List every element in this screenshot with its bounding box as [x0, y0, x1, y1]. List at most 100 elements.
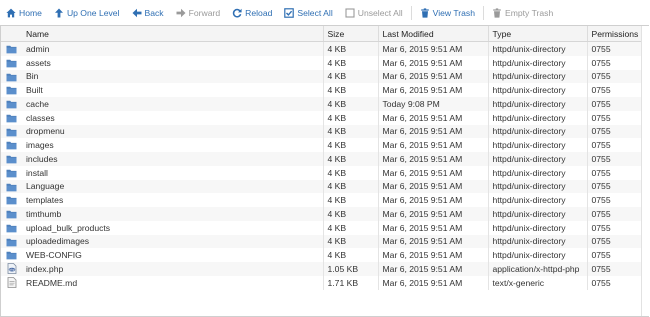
file-name[interactable]: includes	[22, 152, 324, 166]
file-size: 4 KB	[323, 220, 379, 235]
table-row[interactable]: php index.php 1.05 KB Mar 6, 2015 9:51 AM ap…	[1, 262, 641, 276]
file-name[interactable]: WEB-CONFIG	[22, 248, 324, 262]
file-permissions[interactable]: 0755	[587, 124, 641, 139]
table-row[interactable]: cache 4 KB Today 9:08 PM httpd/unix-directo…	[1, 97, 641, 111]
file-name[interactable]: templates	[22, 193, 324, 207]
file-size: 4 KB	[323, 248, 379, 262]
file-size: 4 KB	[323, 124, 379, 139]
home-button[interactable]: Home	[0, 0, 48, 25]
file-permissions[interactable]: 0755	[587, 275, 641, 290]
file-permissions[interactable]: 0755	[587, 262, 641, 276]
file-permissions[interactable]: 0755	[587, 220, 641, 235]
select-all-button[interactable]: Select All	[278, 0, 338, 25]
file-icon-cell	[1, 124, 22, 139]
column-header-size[interactable]: Size	[323, 26, 379, 42]
file-name[interactable]: uploadedimages	[22, 234, 324, 249]
file-last-modified: Mar 6, 2015 9:51 AM	[378, 248, 489, 262]
level-up-icon	[54, 8, 63, 17]
file-permissions[interactable]: 0755	[587, 41, 641, 56]
file-permissions[interactable]: 0755	[587, 83, 641, 97]
up-one-level-button[interactable]: Up One Level	[48, 0, 126, 25]
table-row[interactable]: Bin 4 KB Mar 6, 2015 9:51 AM httpd/unix-dir…	[1, 69, 641, 84]
view-trash-button[interactable]: View Trash	[414, 0, 481, 25]
file-permissions[interactable]: 0755	[587, 207, 641, 221]
table-row[interactable]: README.md 1.71 KB Mar 6, 2015 9:51 AM text/…	[1, 275, 641, 290]
home-label: Home	[19, 7, 42, 18]
file-table-container: Name Size Last Modified Type Permissions…	[1, 26, 641, 316]
back-button[interactable]: Back	[126, 0, 170, 25]
table-row[interactable]: assets 4 KB Mar 6, 2015 9:51 AM httpd/unix-…	[1, 55, 641, 70]
table-row[interactable]: upload_bulk_products 4 KB Mar 6, 2015 9:51…	[1, 220, 641, 235]
file-size: 4 KB	[323, 97, 379, 111]
table-row[interactable]: images 4 KB Mar 6, 2015 9:51 AM httpd/unix-…	[1, 138, 641, 152]
file-name[interactable]: admin	[22, 41, 324, 56]
file-permissions[interactable]: 0755	[587, 69, 641, 84]
file-name[interactable]: cache	[22, 97, 324, 111]
table-row[interactable]: Language 4 KB Mar 6, 2015 9:51 AM httpd/uni…	[1, 179, 641, 194]
file-permissions[interactable]: 0755	[587, 55, 641, 70]
file-permissions[interactable]: 0755	[587, 138, 641, 152]
reload-button[interactable]: Reload	[226, 0, 278, 25]
file-permissions[interactable]: 0755	[587, 165, 641, 180]
arrow-left-icon	[132, 8, 141, 17]
file-permissions[interactable]: 0755	[587, 152, 641, 166]
file-permissions[interactable]: 0755	[587, 179, 641, 194]
file-last-modified: Mar 6, 2015 9:51 AM	[378, 83, 489, 97]
file-name[interactable]: Built	[22, 83, 324, 97]
back-label: Back	[144, 7, 164, 18]
file-type: application/x-httpd-php	[488, 262, 588, 276]
file-name[interactable]: classes	[22, 110, 324, 125]
empty-trash-button[interactable]: Empty Trash	[486, 0, 559, 25]
file-list-panel: Name Size Last Modified Type Permissions…	[0, 25, 650, 317]
table-row[interactable]: admin 4 KB Mar 6, 2015 9:51 AM httpd/unix-d…	[1, 41, 641, 56]
unselect-all-button[interactable]: Unselect All	[339, 0, 409, 25]
table-row[interactable]: includes 4 KB Mar 6, 2015 9:51 AM httpd/uni…	[1, 152, 641, 166]
table-row[interactable]: install 4 KB Mar 6, 2015 9:51 AM httpd/unix…	[1, 165, 641, 180]
file-permissions[interactable]: 0755	[587, 193, 641, 207]
file-name[interactable]: install	[22, 165, 324, 180]
file-icon-cell	[1, 275, 22, 290]
table-row[interactable]: timthumb 4 KB Mar 6, 2015 9:51 AM httpd/uni…	[1, 207, 641, 221]
file-permissions[interactable]: 0755	[587, 110, 641, 125]
table-row[interactable]: templates 4 KB Mar 6, 2015 9:51 AM httpd/un…	[1, 193, 641, 207]
column-header-name[interactable]: Name	[22, 26, 324, 42]
table-row[interactable]: uploadedimages 4 KB Mar 6, 2015 9:51 AM htt…	[1, 234, 641, 249]
file-permissions[interactable]: 0755	[587, 234, 641, 249]
file-type: httpd/unix-directory	[488, 152, 588, 166]
folder-icon	[6, 222, 17, 233]
file-name[interactable]: index.php	[22, 262, 324, 276]
file-name[interactable]: README.md	[22, 275, 324, 290]
scrollbar-track[interactable]	[641, 26, 650, 316]
file-last-modified: Mar 6, 2015 9:51 AM	[378, 262, 489, 276]
forward-button[interactable]: Forward	[170, 0, 227, 25]
file-name[interactable]: assets	[22, 55, 324, 70]
file-last-modified: Mar 6, 2015 9:51 AM	[378, 193, 489, 207]
file-name[interactable]: Bin	[22, 69, 324, 84]
file-icon-cell	[1, 69, 22, 84]
refresh-icon	[232, 8, 242, 17]
table-row[interactable]: dropmenu 4 KB Mar 6, 2015 9:51 AM httpd/uni…	[1, 124, 641, 139]
file-name[interactable]: Language	[22, 179, 324, 194]
column-header-type[interactable]: Type	[488, 26, 588, 42]
file-name[interactable]: images	[22, 138, 324, 152]
column-header-icon	[1, 26, 22, 42]
file-permissions[interactable]: 0755	[587, 97, 641, 111]
table-row[interactable]: classes 4 KB Mar 6, 2015 9:51 AM httpd/unix…	[1, 110, 641, 125]
file-icon-cell	[1, 248, 22, 262]
column-header-permissions[interactable]: Permissions	[587, 26, 641, 42]
file-type: httpd/unix-directory	[488, 179, 588, 194]
file-name[interactable]: dropmenu	[22, 124, 324, 139]
toolbar-divider	[483, 5, 484, 20]
file-name[interactable]: upload_bulk_products	[22, 220, 324, 235]
checked-box-icon	[284, 7, 295, 18]
file-type: httpd/unix-directory	[488, 110, 588, 125]
column-header-last-modified[interactable]: Last Modified	[378, 26, 489, 42]
table-row[interactable]: Built 4 KB Mar 6, 2015 9:51 AM httpd/unix-d…	[1, 83, 641, 97]
toolbar-divider	[410, 5, 412, 20]
unselect-all-label: Unselect All	[357, 7, 403, 18]
table-row[interactable]: WEB-CONFIG 4 KB Mar 6, 2015 9:51 AM httpd/u…	[1, 248, 641, 262]
file-type: httpd/unix-directory	[488, 55, 588, 70]
file-permissions[interactable]: 0755	[587, 248, 641, 262]
file-name[interactable]: timthumb	[22, 207, 324, 221]
folder-icon	[6, 85, 17, 95]
